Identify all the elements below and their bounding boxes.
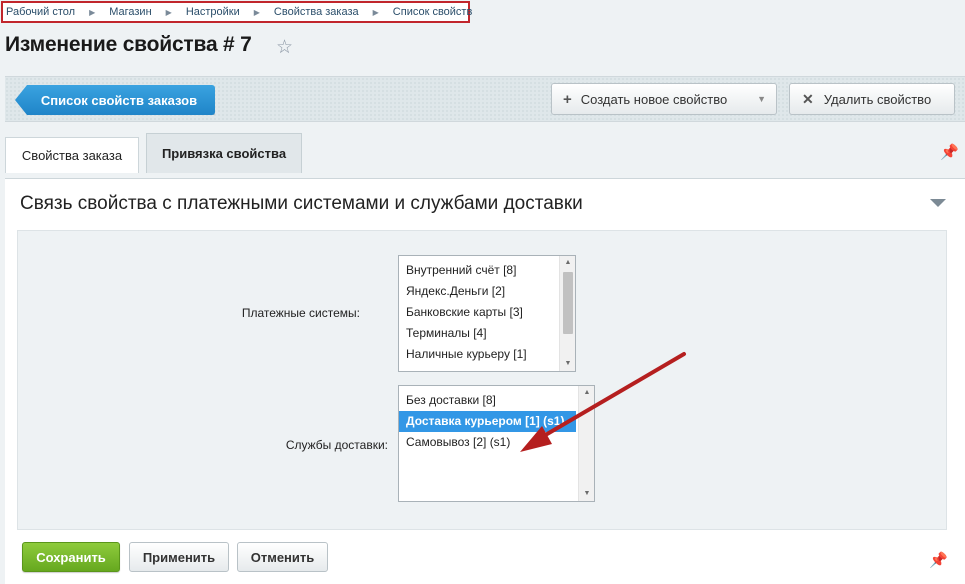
pin-icon[interactable]: 📌 xyxy=(929,551,948,569)
plus-icon: + xyxy=(563,90,572,108)
scroll-down-icon[interactable]: ▼ xyxy=(560,357,575,371)
payment-systems-listbox[interactable]: Внутренний счёт [8] Яндекс.Деньги [2] Ба… xyxy=(398,255,576,372)
scrollbar[interactable]: ▲ ▼ xyxy=(578,386,594,501)
breadcrumb-item-props-list[interactable]: Список свойств xyxy=(393,6,473,18)
breadcrumb-item-settings[interactable]: Настройки xyxy=(186,6,240,18)
apply-button[interactable]: Применить xyxy=(129,542,229,572)
section-title: Связь свойства с платежными системами и … xyxy=(20,193,583,214)
page-title: Изменение свойства # 7 xyxy=(5,33,252,56)
delete-property-label: Удалить свойство xyxy=(823,91,932,107)
payment-option[interactable]: Наличные курьеру [1] xyxy=(399,344,575,365)
breadcrumb-separator-icon: ▶ xyxy=(253,7,260,17)
tab-order-properties[interactable]: Свойства заказа xyxy=(5,137,139,173)
breadcrumb-separator-icon: ▶ xyxy=(372,7,379,17)
scrollbar[interactable]: ▲ ▼ xyxy=(559,256,575,371)
create-property-button[interactable]: + Создать новое свойство ▼ xyxy=(551,83,777,115)
delivery-services-label: Службы доставки: xyxy=(285,438,388,452)
breadcrumb-separator-icon: ▶ xyxy=(165,7,172,17)
back-to-list-button[interactable]: Список свойств заказов xyxy=(15,85,215,115)
breadcrumb-item-order-props[interactable]: Свойства заказа xyxy=(274,6,359,18)
delete-property-button[interactable]: ✕ Удалить свойство xyxy=(789,83,955,115)
create-property-label: Создать новое свойство xyxy=(580,91,728,107)
delivery-services-listbox[interactable]: Без доставки [8] Доставка курьером [1] (… xyxy=(398,385,595,502)
cancel-button[interactable]: Отменить xyxy=(237,542,328,572)
pin-icon[interactable]: 📌 xyxy=(940,143,959,161)
chevron-down-icon[interactable]: ▼ xyxy=(757,94,766,104)
collapse-icon[interactable] xyxy=(930,199,946,207)
breadcrumb-item-desktop[interactable]: Рабочий стол xyxy=(6,6,75,18)
breadcrumb-item-shop[interactable]: Магазин xyxy=(109,6,151,18)
scroll-up-icon[interactable]: ▲ xyxy=(579,386,594,400)
payment-option[interactable]: Внутренний счёт [8] xyxy=(399,260,575,281)
delivery-option-selected[interactable]: Доставка курьером [1] (s1) xyxy=(399,411,576,432)
star-icon[interactable]: ☆ xyxy=(276,36,293,59)
breadcrumb-separator-icon: ▶ xyxy=(89,7,96,17)
delivery-option[interactable]: Самовывоз [2] (s1) xyxy=(399,432,594,453)
scroll-down-icon[interactable]: ▼ xyxy=(579,487,594,501)
scrollbar-thumb[interactable] xyxy=(563,272,573,334)
payment-option[interactable]: Банковские карты [3] xyxy=(399,302,575,323)
scroll-up-icon[interactable]: ▲ xyxy=(560,256,575,270)
breadcrumb: Рабочий стол ▶ Магазин ▶ Настройки ▶ Сво… xyxy=(1,1,473,23)
save-button[interactable]: Сохранить xyxy=(22,542,120,572)
tab-property-binding[interactable]: Привязка свойства xyxy=(146,133,302,173)
close-icon: ✕ xyxy=(802,90,814,107)
payment-option[interactable]: Яндекс.Деньги [2] xyxy=(399,281,575,302)
payment-option[interactable]: Терминалы [4] xyxy=(399,323,575,344)
payment-systems-label: Платежные системы: xyxy=(241,306,360,320)
delivery-option[interactable]: Без доставки [8] xyxy=(399,390,594,411)
toolbar: Список свойств заказов + Создать новое с… xyxy=(5,76,965,122)
